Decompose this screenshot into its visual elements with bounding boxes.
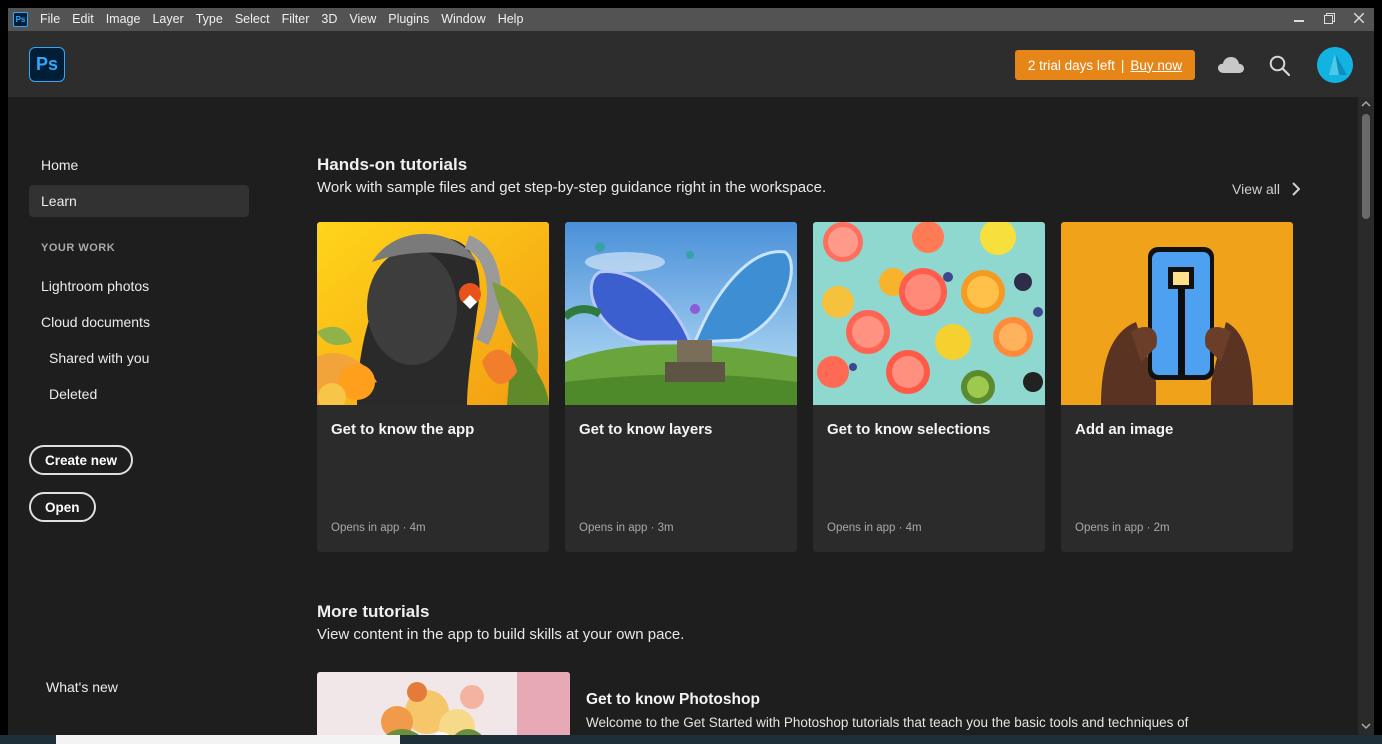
menu-view[interactable]: View: [343, 8, 382, 31]
close-button[interactable]: [1344, 8, 1374, 28]
more-tutorials-subtitle: View content in the app to build skills …: [317, 626, 685, 643]
menu-layer[interactable]: Layer: [146, 8, 189, 31]
menu-type[interactable]: Type: [190, 8, 229, 31]
card-title: Get to know selections: [827, 421, 991, 438]
sidebar-item-cloud-documents[interactable]: Cloud documents: [29, 306, 249, 338]
sidebar-item-lightroom-photos[interactable]: Lightroom photos: [29, 270, 249, 302]
sidebar-item-shared-with-you[interactable]: Shared with you: [29, 342, 249, 374]
portrait-illustration: [317, 222, 549, 405]
learn-content: Hands-on tutorials Work with sample file…: [273, 97, 1358, 735]
app-icon: Ps: [13, 12, 28, 27]
card-meta: Opens in app · 3m: [579, 522, 674, 534]
menu-window[interactable]: Window: [435, 8, 491, 31]
more-tutorials-title: More tutorials: [317, 602, 430, 621]
card-title: Get to know the app: [331, 421, 475, 438]
tutorial-card-know-app[interactable]: Get to know the app Opens in app · 4m: [317, 222, 549, 552]
photoshop-window: Ps File Edit Image Layer Type Select Fil…: [8, 8, 1374, 735]
menu-select[interactable]: Select: [229, 8, 276, 31]
trial-days-text: 2 trial days left: [1027, 57, 1115, 73]
avatar-graphic: [1317, 47, 1353, 83]
search-icon[interactable]: [1269, 55, 1291, 77]
card-meta: Opens in app · 4m: [331, 522, 426, 534]
photoshop-logo: Ps: [29, 47, 65, 82]
your-work-heading: YOUR WORK: [41, 242, 116, 254]
whats-new-link[interactable]: What's new: [46, 679, 118, 695]
tutorial-thumbnail-phone: [1061, 222, 1293, 405]
tutorial-card-know-selections[interactable]: Get to know selections Opens in app · 4m: [813, 222, 1045, 552]
trial-banner: 2 trial days left | Buy now: [1015, 50, 1195, 80]
scroll-up-icon[interactable]: [1358, 99, 1374, 109]
home-top-bar: Ps 2 trial days left | Buy now: [8, 31, 1374, 97]
buy-now-link[interactable]: Buy now: [1130, 58, 1182, 73]
taskbar-search-box[interactable]: [56, 735, 400, 744]
sidebar-item-deleted[interactable]: Deleted: [29, 378, 249, 410]
flowers-illustration: [317, 672, 570, 735]
sidebar: Home Learn YOUR WORK Lightroom photos Cl…: [8, 97, 273, 735]
open-button[interactable]: Open: [29, 492, 96, 522]
card-title: Add an image: [1075, 421, 1174, 438]
scroll-down-icon[interactable]: [1358, 721, 1374, 731]
more-tutorial-description: Welcome to the Get Started with Photosho…: [586, 715, 1189, 730]
trial-separator: |: [1120, 57, 1125, 73]
menu-bar: Ps File Edit Image Layer Type Select Fil…: [8, 8, 1374, 31]
avatar[interactable]: [1317, 47, 1353, 83]
card-meta: Opens in app · 4m: [827, 522, 922, 534]
more-tutorial-thumbnail[interactable]: [317, 672, 570, 735]
phone-illustration: [1061, 222, 1293, 405]
hands-on-tutorials-title: Hands-on tutorials: [317, 155, 468, 174]
tutorial-thumbnail-layers: [565, 222, 797, 405]
fruits-illustration: [813, 222, 1045, 405]
layers-illustration: [565, 222, 797, 405]
tutorial-thumbnail-fruits: [813, 222, 1045, 405]
tutorial-card-know-layers[interactable]: Get to know layers Opens in app · 3m: [565, 222, 797, 552]
more-tutorial-title[interactable]: Get to know Photoshop: [586, 691, 760, 709]
menu-plugins[interactable]: Plugins: [382, 8, 435, 31]
view-all-label: View all: [1232, 181, 1280, 197]
menu-edit[interactable]: Edit: [66, 8, 100, 31]
scrollbar[interactable]: [1358, 97, 1374, 735]
sidebar-item-home[interactable]: Home: [29, 149, 249, 181]
close-icon: [1354, 13, 1364, 23]
window-controls: [1284, 8, 1374, 28]
minimize-icon: [1294, 20, 1304, 22]
restore-icon: [1323, 12, 1335, 24]
cloud-icon[interactable]: [1217, 56, 1245, 74]
menu-file[interactable]: File: [34, 8, 66, 31]
minimize-button[interactable]: [1284, 8, 1314, 28]
tutorial-card-add-image[interactable]: Add an image Opens in app · 2m: [1061, 222, 1293, 552]
card-title: Get to know layers: [579, 421, 713, 438]
chevron-right-icon: [1292, 182, 1300, 196]
restore-button[interactable]: [1314, 8, 1344, 28]
create-new-button[interactable]: Create new: [29, 445, 134, 475]
menu-help[interactable]: Help: [492, 8, 530, 31]
view-all-link[interactable]: View all: [1232, 181, 1300, 197]
menu-image[interactable]: Image: [100, 8, 147, 31]
tutorial-thumbnail-portrait: [317, 222, 549, 405]
scroll-thumb[interactable]: [1362, 114, 1370, 219]
menu-3d[interactable]: 3D: [315, 8, 343, 31]
hands-on-tutorials-subtitle: Work with sample files and get step-by-s…: [317, 179, 827, 196]
card-meta: Opens in app · 2m: [1075, 522, 1170, 534]
menu-filter[interactable]: Filter: [276, 8, 316, 31]
sidebar-item-learn[interactable]: Learn: [29, 185, 249, 217]
